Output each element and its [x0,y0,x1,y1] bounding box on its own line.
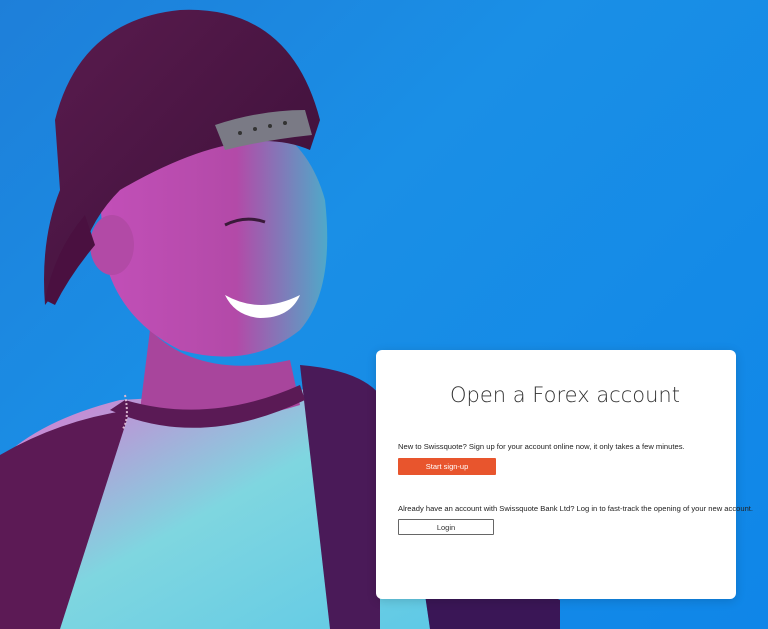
login-description: Already have an account with Swissquote … [398,504,754,513]
start-signup-button[interactable]: Start sign-up [398,458,496,475]
card-title: Open a Forex account [450,383,680,407]
signup-description: New to Swissquote? Sign up for your acco… [398,442,685,451]
forex-account-card: Open a Forex account New to Swissquote? … [376,350,753,599]
login-button[interactable]: Login [398,519,494,535]
